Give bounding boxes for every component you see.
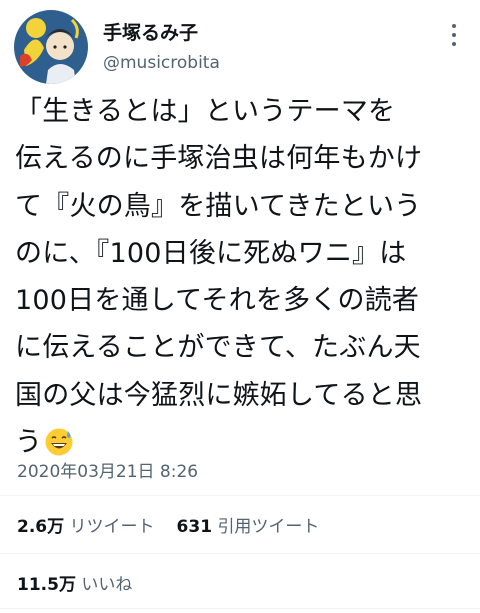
- like-label[interactable]: いいね: [81, 575, 132, 595]
- tweet-text: 「生きるとは」というテーマを 伝えるのに手塚治虫は何年もかけ て『火の鳥』を描い…: [15, 88, 473, 472]
- quote-count[interactable]: 631: [177, 517, 213, 537]
- tweet-line: 国の父は今猛烈に嫉妬してると思: [15, 379, 423, 411]
- tweet-timestamp[interactable]: 2020年03月21日 8:26: [17, 457, 198, 482]
- retweet-label[interactable]: リツイート: [70, 517, 155, 537]
- divider: [0, 553, 480, 554]
- tweet-line: のに、『100日後に死ぬワニ』は: [15, 237, 407, 269]
- likes-row: 11.5万 いいね: [17, 570, 132, 595]
- tweet-line: 「生きるとは」というテーマを: [15, 96, 396, 127]
- tweet-line: 100日を通してそれを多くの読者: [15, 285, 420, 317]
- quote-label[interactable]: 引用ツイート: [217, 517, 319, 537]
- avatar-illustration: [14, 10, 88, 84]
- divider: [0, 495, 480, 496]
- divider: [0, 608, 480, 609]
- tweet-line: て『火の鳥』を描いてきたという: [15, 190, 422, 222]
- display-name[interactable]: 手塚るみ子: [103, 18, 198, 45]
- tweet-line: う: [15, 427, 43, 459]
- more-options-icon[interactable]: [452, 24, 458, 46]
- retweet-count[interactable]: 2.6万: [17, 517, 64, 537]
- engagement-row: 2.6万 リツイート 631 引用ツイート: [17, 512, 319, 537]
- tweet-line: に伝えることができて、たぶん天: [15, 332, 421, 364]
- user-handle[interactable]: @musicrobita: [103, 53, 220, 73]
- like-count[interactable]: 11.5万: [17, 575, 76, 595]
- tweet-line: 伝えるのに手塚治虫は何年もかけ: [15, 143, 423, 175]
- avatar[interactable]: [14, 10, 88, 84]
